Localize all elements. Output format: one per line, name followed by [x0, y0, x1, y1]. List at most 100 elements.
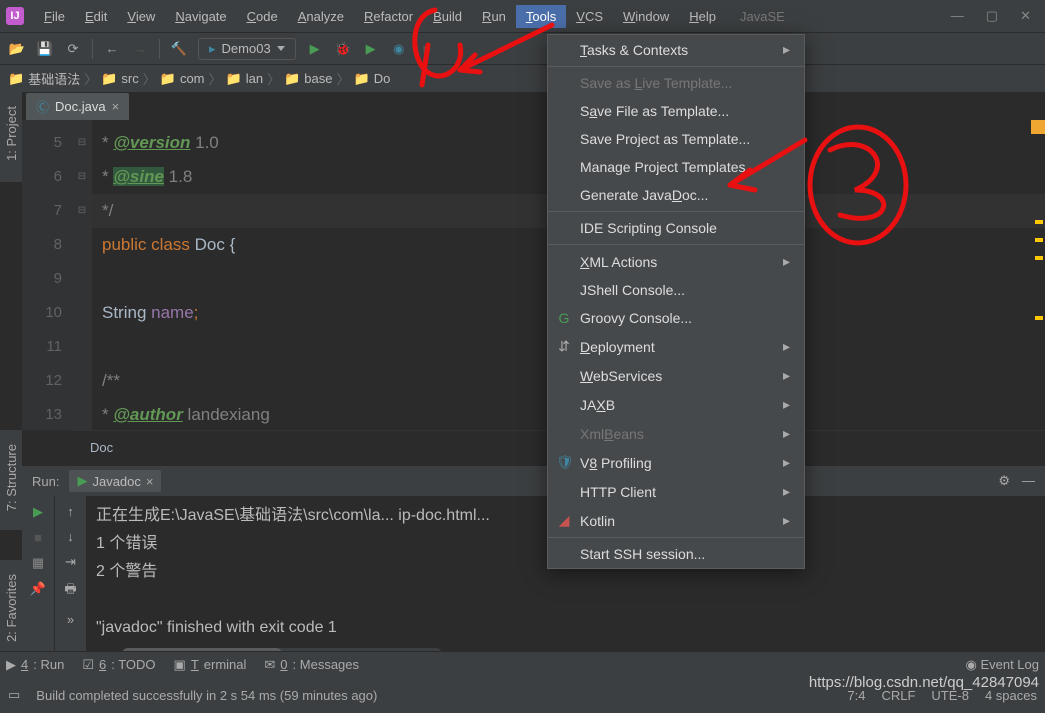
layout-icon[interactable]: ▦ [32, 555, 44, 571]
sidebar-project[interactable]: 1: Project [2, 98, 21, 169]
tab-label: Doc.java [55, 99, 106, 114]
close-icon[interactable]: ✕ [1020, 8, 1031, 24]
run-panel: Run: ▶ Javadoc × ⚙ — ▶ ■ ▦ 📌 ↑ ↓ ⇥ 🖶 » 正… [22, 465, 1045, 665]
profile-icon[interactable]: ◉ [390, 40, 408, 58]
run-config-dropdown[interactable]: ▸ Demo03 [198, 38, 296, 60]
hammer-icon[interactable]: 🔨 [170, 40, 188, 58]
gear-icon[interactable]: ⚙ [998, 473, 1010, 489]
mi-tasks-contexts[interactable]: Tasks & Contexts▸ [548, 35, 804, 64]
pin-run-icon[interactable]: 📌 [30, 581, 46, 597]
run-tab-close-icon[interactable]: × [146, 474, 154, 489]
menu-tools[interactable]: Tools [516, 5, 566, 28]
bc-Do[interactable]: 📁 Do [354, 71, 391, 87]
stop-icon[interactable]: ■ [418, 40, 436, 58]
mi-v8-profiling[interactable]: 🛡V8 Profiling▸ [548, 448, 804, 477]
back-icon[interactable]: ← [103, 40, 121, 58]
sb-0Messages[interactable]: ✉ 0: Messages [264, 657, 359, 673]
menu-code[interactable]: Code [237, 5, 288, 28]
save-icon[interactable]: 💾 [36, 40, 54, 58]
gutter: 5678910111213 [22, 120, 72, 430]
mi-ide-scripting-console[interactable]: IDE Scripting Console [548, 214, 804, 242]
bc-lan[interactable]: 📁 lan [226, 71, 264, 87]
menu-refactor[interactable]: Refactor [354, 5, 423, 28]
mi-manage-project-templates-[interactable]: Manage Project Templates... [548, 153, 804, 181]
menu-vcs[interactable]: VCS [566, 5, 613, 28]
mi-save-as-live-template-: Save as Live Template... [548, 69, 804, 97]
sidebar-left: 1: Project [0, 92, 22, 182]
menu-view[interactable]: View [117, 5, 165, 28]
sb-4Run[interactable]: ▶ 4: Run [6, 657, 64, 673]
class-icon: Ⓒ [36, 97, 49, 116]
bc-src[interactable]: 📁 src [101, 71, 139, 87]
bc-com[interactable]: 📁 com [160, 71, 205, 87]
print-icon[interactable]: 🖶 [64, 580, 76, 602]
maximize-icon[interactable]: ▢ [986, 8, 998, 24]
run-side-actions-2: ↑ ↓ ⇥ 🖶 » [54, 496, 86, 665]
event-log[interactable]: ◉ Event Log [966, 657, 1040, 673]
mi-start-ssh-session-[interactable]: Start SSH session... [548, 540, 804, 568]
project-title: JavaSE [740, 9, 785, 24]
menu-build[interactable]: Build [423, 5, 472, 28]
mi-xml-actions[interactable]: XML Actions▸ [548, 247, 804, 276]
editor[interactable]: 5678910111213 ⊟⊟⊟ * @version 1.0 * @sine… [22, 120, 1045, 430]
mi-save-project-as-template-[interactable]: Save Project as Template... [548, 125, 804, 153]
open-icon[interactable]: 📂 [8, 40, 26, 58]
minimize-panel-icon[interactable]: — [1022, 473, 1035, 489]
mi-deployment[interactable]: ⇵Deployment▸ [548, 332, 804, 361]
rerun-icon[interactable]: ▶ [33, 504, 43, 520]
mi-kotlin[interactable]: ◢Kotlin▸ [548, 506, 804, 535]
sidebar-structure[interactable]: 7: Structure [2, 436, 21, 519]
wrap-icon[interactable]: ⇥ [65, 554, 76, 570]
mi-jaxb[interactable]: JAXB▸ [548, 390, 804, 419]
run-config-label: Demo03 [222, 41, 271, 56]
mi-groovy-console-[interactable]: GGroovy Console... [548, 304, 804, 332]
error-stripe[interactable] [1031, 120, 1045, 320]
run-icon[interactable]: ▶ [306, 40, 324, 58]
menu-run[interactable]: Run [472, 5, 516, 28]
forward-icon[interactable]: → [131, 40, 149, 58]
breadcrumb: 📁 基础语法〉📁 src〉📁 com〉📁 lan〉📁 base〉📁 Do [0, 64, 1045, 92]
sb-6TODO[interactable]: ☑ 6: TODO [82, 657, 155, 673]
run-body: ▶ ■ ▦ 📌 ↑ ↓ ⇥ 🖶 » 正在生成E:\JavaSE\基础语法\src… [22, 496, 1045, 665]
tab-doc-java[interactable]: Ⓒ Doc.java × [26, 93, 129, 120]
menu-file[interactable]: File [34, 5, 75, 28]
tools-menu-popup: Tasks & Contexts▸ Save as Live Template..… [547, 34, 805, 569]
run-tab-icon: ▶ [77, 473, 87, 489]
up-icon[interactable]: ↑ [67, 504, 74, 519]
bf-doc[interactable]: Doc [72, 434, 131, 461]
more-icon[interactable]: » [67, 612, 74, 627]
menu-window[interactable]: Window [613, 5, 679, 28]
mi-webservices[interactable]: WebServices▸ [548, 361, 804, 390]
menu-edit[interactable]: Edit [75, 5, 117, 28]
bc-基础语法[interactable]: 📁 基础语法 [8, 69, 80, 88]
minimize-icon[interactable]: — [951, 8, 964, 24]
sidebar-favorites[interactable]: 2: Favorites [2, 566, 21, 650]
bc-base[interactable]: 📁 base [284, 71, 332, 87]
run-tab-javadoc[interactable]: ▶ Javadoc × [69, 470, 161, 492]
run-tab-label: Javadoc [92, 474, 140, 489]
build-status: Build completed successfully in 2 s 54 m… [36, 688, 377, 703]
mi-jshell-console-[interactable]: JShell Console... [548, 276, 804, 304]
debug-icon[interactable]: 🐞 [334, 40, 352, 58]
sb-Terminal[interactable]: ▣ Terminal [174, 657, 247, 673]
mi-generate-javadoc-[interactable]: Generate JavaDoc... [548, 181, 804, 209]
out-num: 2 [96, 563, 105, 580]
mi-save-file-as-template-[interactable]: Save File as Template... [548, 97, 804, 125]
tw-toggle-icon[interactable]: ▭ [8, 687, 20, 703]
run-header: Run: ▶ Javadoc × ⚙ — [22, 466, 1045, 496]
menu-navigate[interactable]: Navigate [165, 5, 236, 28]
down-icon[interactable]: ↓ [67, 529, 74, 544]
run-label: Run: [32, 474, 59, 489]
out-line: "javadoc" finished with exit code 1 [96, 614, 1035, 642]
sync-icon[interactable]: ⟳ [64, 40, 82, 58]
menu-analyze[interactable]: Analyze [288, 5, 354, 28]
out-text: 个错误 [105, 535, 157, 552]
stop-run-icon[interactable]: ■ [34, 530, 42, 545]
sidebar-left-2: 7: Structure [0, 430, 22, 530]
fold-column: ⊟⊟⊟ [72, 120, 92, 430]
menubar: IJ FileEditViewNavigateCodeAnalyzeRefact… [0, 0, 1045, 32]
mi-http-client[interactable]: HTTP Client▸ [548, 477, 804, 506]
tab-close-icon[interactable]: × [112, 99, 120, 114]
menu-help[interactable]: Help [679, 5, 726, 28]
coverage-icon[interactable]: ▶ [362, 40, 380, 58]
